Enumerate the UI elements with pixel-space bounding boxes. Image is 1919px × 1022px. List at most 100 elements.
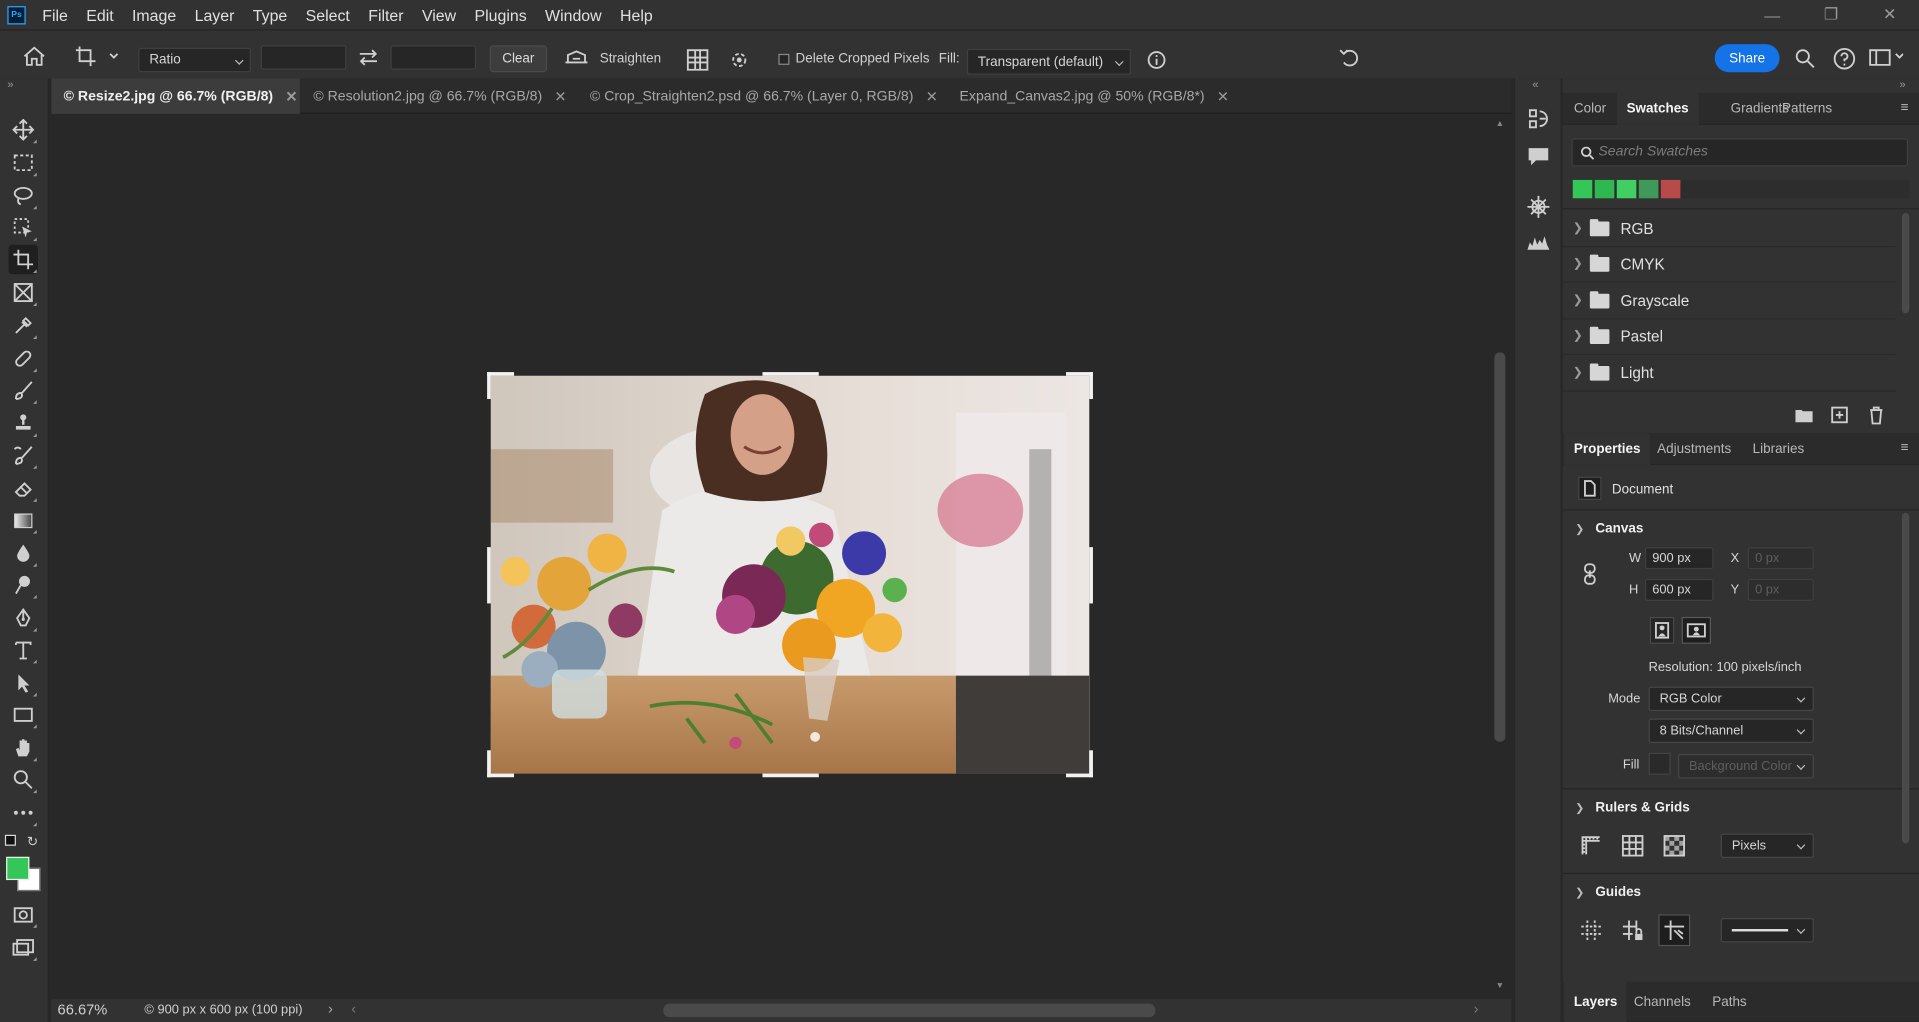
link-dimensions-icon[interactable]: [1583, 563, 1598, 585]
menu-file[interactable]: File: [33, 6, 77, 24]
rulers-icon[interactable]: [1578, 832, 1605, 859]
guide-style-select[interactable]: [1720, 918, 1814, 943]
crop-handle-br-v[interactable]: [1089, 750, 1093, 778]
recent-swatch-2[interactable]: [1594, 179, 1615, 199]
tab-libraries[interactable]: Libraries: [1743, 433, 1814, 465]
horizontal-scroll-thumb[interactable]: [663, 1003, 1156, 1018]
dodge-tool-icon[interactable]: [9, 570, 38, 599]
healing-brush-tool-icon[interactable]: [9, 344, 38, 373]
swap-colors-icon[interactable]: ↻: [27, 834, 38, 850]
menu-layer[interactable]: Layer: [185, 6, 243, 24]
info-icon[interactable]: [1147, 50, 1167, 70]
crop-handle-tl-v[interactable]: [487, 372, 491, 400]
panel-menu-icon[interactable]: ≡: [1901, 441, 1909, 456]
straighten-label[interactable]: Straighten: [600, 51, 661, 66]
eyedropper-tool-icon[interactable]: [9, 311, 38, 340]
expand-dock-icon[interactable]: «: [1532, 78, 1538, 90]
hscroll-left-icon[interactable]: ‹: [351, 1000, 356, 1017]
object-selection-tool-icon[interactable]: [9, 213, 38, 242]
crop-handle-left[interactable]: [487, 547, 491, 604]
hand-tool-icon[interactable]: [9, 733, 38, 762]
swatches-scroll-thumb[interactable]: [1901, 212, 1910, 314]
clear-button[interactable]: Clear: [489, 45, 548, 73]
swatch-group-light[interactable]: ❯ Light: [1562, 355, 1896, 392]
swatch-search-input[interactable]: Search Swatches: [1571, 138, 1909, 167]
menu-help[interactable]: Help: [611, 6, 662, 24]
history-panel-icon[interactable]: [1526, 108, 1550, 132]
menu-edit[interactable]: Edit: [77, 6, 123, 24]
clone-stamp-tool-icon[interactable]: [9, 409, 38, 438]
history-brush-tool-icon[interactable]: [9, 441, 38, 470]
home-icon[interactable]: [22, 45, 46, 67]
tab-expand-canvas2[interactable]: Expand_Canvas2.jpg @ 50% (RGB/8*) ✕: [947, 78, 1232, 113]
crop-tool-preset-icon[interactable]: [73, 44, 122, 68]
vertical-scrollbar[interactable]: ▲ ▼: [1490, 115, 1512, 999]
crop-settings-gear-icon[interactable]: [728, 49, 750, 71]
more-tools-icon[interactable]: [9, 798, 38, 827]
tab-channels[interactable]: Channels: [1624, 982, 1700, 1022]
crop-handle-top[interactable]: [762, 372, 819, 376]
recent-swatch-3[interactable]: [1616, 179, 1637, 199]
tab-color[interactable]: Color: [1564, 93, 1616, 125]
crop-handle-tr-v[interactable]: [1089, 372, 1093, 400]
menu-image[interactable]: Image: [123, 6, 186, 24]
crop-handle-bottom[interactable]: [762, 773, 819, 778]
crop-handle-bl-v[interactable]: [487, 750, 491, 778]
units-select[interactable]: Pixels: [1720, 833, 1814, 859]
new-group-folder-icon[interactable]: [1794, 406, 1814, 423]
tab-properties[interactable]: Properties: [1564, 433, 1651, 466]
new-swatch-icon[interactable]: [1830, 405, 1850, 425]
hscroll-right-icon[interactable]: ›: [1474, 1000, 1479, 1017]
scroll-thumb[interactable]: [1494, 352, 1506, 742]
guides-section-header[interactable]: ❯ Guides: [1575, 885, 1641, 900]
scroll-down-icon[interactable]: ▼: [1496, 982, 1504, 991]
tab-patterns[interactable]: Patterns: [1772, 93, 1842, 125]
rectangle-tool-icon[interactable]: [9, 700, 38, 729]
collapse-toolbar-icon[interactable]: »: [7, 78, 13, 90]
smart-guides-icon[interactable]: [1658, 914, 1691, 947]
pen-tool-icon[interactable]: [9, 603, 38, 632]
ratio-select[interactable]: Ratio: [138, 47, 251, 73]
document-canvas[interactable]: [51, 115, 1491, 999]
help-icon[interactable]: [1832, 47, 1856, 71]
swatch-group-pastel[interactable]: ❯ Pastel: [1562, 318, 1896, 355]
guides-icon[interactable]: [1578, 917, 1605, 944]
crop-tool-icon[interactable]: [8, 244, 38, 275]
crop-handle-tl[interactable]: [487, 372, 515, 376]
canvas-width-input[interactable]: 900 px: [1644, 547, 1714, 570]
menu-view[interactable]: View: [413, 6, 466, 24]
navigator-panel-icon[interactable]: [1526, 195, 1550, 219]
document-image[interactable]: [490, 375, 1090, 774]
bit-depth-select[interactable]: 8 Bits/Channel: [1648, 718, 1814, 743]
canvas-section-header[interactable]: ❯ Canvas: [1575, 521, 1643, 536]
eraser-tool-icon[interactable]: [9, 474, 38, 503]
recent-swatch-1[interactable]: [1572, 179, 1593, 199]
ratio-height-input[interactable]: [390, 45, 477, 70]
rulers-grids-section-header[interactable]: ❯ Rulers & Grids: [1575, 800, 1690, 815]
delete-cropped-checkbox[interactable]: [778, 53, 790, 65]
tab-crop-straighten2[interactable]: © Crop_Straighten2.psd @ 66.7% (Layer 0,…: [578, 78, 946, 113]
overlay-grid-icon[interactable]: [686, 49, 709, 71]
portrait-orientation-icon[interactable]: [1649, 616, 1675, 644]
zoom-level[interactable]: 66.67%: [58, 1001, 108, 1018]
canvas-y-input[interactable]: 0 px: [1747, 578, 1814, 601]
menu-filter[interactable]: Filter: [359, 6, 413, 24]
path-selection-tool-icon[interactable]: [9, 668, 38, 697]
histogram-panel-icon[interactable]: [1526, 230, 1550, 254]
ratio-width-input[interactable]: [260, 45, 347, 70]
minimize-icon[interactable]: —: [1743, 0, 1802, 29]
delete-swatch-icon[interactable]: [1866, 405, 1886, 425]
close-tab-icon[interactable]: ✕: [1217, 88, 1229, 105]
marquee-tool-icon[interactable]: [9, 148, 38, 177]
fill-select[interactable]: Background Color: [1677, 753, 1814, 779]
restore-icon[interactable]: ❐: [1802, 0, 1861, 29]
comments-panel-icon[interactable]: [1526, 144, 1550, 168]
menu-plugins[interactable]: Plugins: [465, 6, 536, 24]
brush-tool-icon[interactable]: [9, 376, 38, 405]
swatch-group-cmyk[interactable]: ❯ CMYK: [1562, 246, 1896, 283]
menu-type[interactable]: Type: [244, 6, 297, 24]
recent-swatch-4[interactable]: [1638, 179, 1659, 199]
landscape-orientation-icon[interactable]: [1681, 616, 1712, 644]
foreground-color-swatch[interactable]: [6, 856, 30, 881]
lock-guides-icon[interactable]: [1619, 917, 1646, 944]
